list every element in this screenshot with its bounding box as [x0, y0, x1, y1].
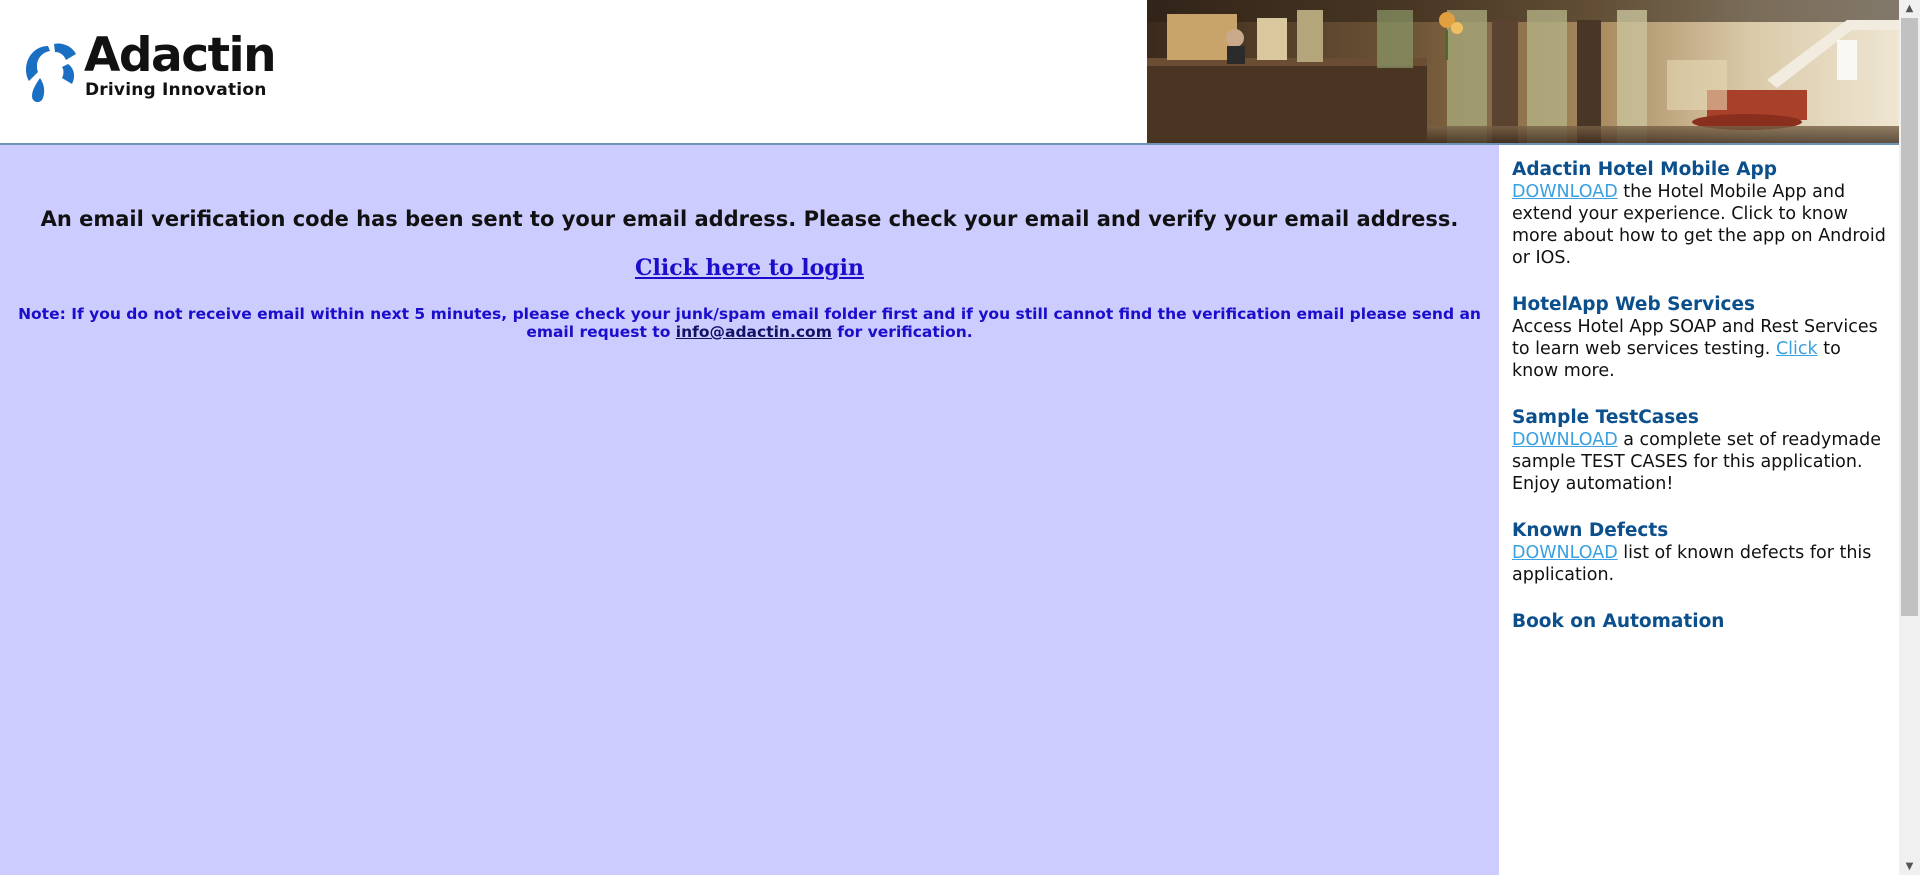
- page: Adactin Driving Innovation An email veri…: [0, 0, 1920, 875]
- web-services-title: HotelApp Web Services: [1512, 294, 1756, 315]
- support-email-link[interactable]: info@adactin.com: [676, 323, 832, 341]
- verification-note: Note: If you do not receive email within…: [12, 305, 1487, 341]
- mobile-app-download-link[interactable]: DOWNLOAD: [1512, 182, 1618, 202]
- book-section: Book on Automation: [1512, 611, 1892, 633]
- test-cases-download-link[interactable]: DOWNLOAD: [1512, 430, 1618, 450]
- login-link[interactable]: Click here to login: [635, 255, 864, 281]
- mobile-app-section: Adactin Hotel Mobile App DOWNLOAD the Ho…: [1512, 159, 1892, 269]
- web-services-section: HotelApp Web Services Access Hotel App S…: [1512, 294, 1892, 382]
- main-content: An email verification code has been sent…: [0, 145, 1499, 875]
- login-link-container: Click here to login: [0, 255, 1499, 281]
- scroll-up-arrow-icon[interactable]: ▲: [1899, 0, 1920, 17]
- header: Adactin Driving Innovation: [0, 0, 1899, 145]
- verification-message: An email verification code has been sent…: [40, 207, 1459, 231]
- adactin-logo-icon: [26, 43, 76, 103]
- test-cases-title: Sample TestCases: [1512, 407, 1699, 428]
- test-cases-section: Sample TestCases DOWNLOAD a complete set…: [1512, 407, 1892, 495]
- sidebar: Adactin Hotel Mobile App DOWNLOAD the Ho…: [1499, 145, 1899, 875]
- logo-wordmark: Adactin: [84, 28, 277, 83]
- note-text-suffix: for verification.: [837, 323, 973, 341]
- web-services-click-link[interactable]: Click: [1776, 339, 1818, 359]
- known-defects-title: Known Defects: [1512, 520, 1669, 541]
- mobile-app-title: Adactin Hotel Mobile App: [1512, 159, 1778, 180]
- vertical-scrollbar[interactable]: ▲ ▼: [1899, 0, 1920, 875]
- scroll-down-arrow-icon[interactable]: ▼: [1899, 858, 1920, 875]
- adactin-logo[interactable]: Adactin Driving Innovation: [18, 32, 298, 106]
- book-on-automation-link[interactable]: Book on Automation: [1512, 611, 1892, 633]
- known-defects-section: Known Defects DOWNLOAD list of known def…: [1512, 520, 1892, 586]
- known-defects-download-link[interactable]: DOWNLOAD: [1512, 543, 1618, 563]
- scroll-thumb[interactable]: [1901, 18, 1918, 616]
- hotel-lobby-banner: [1147, 0, 1899, 143]
- logo-tagline: Driving Innovation: [85, 80, 267, 100]
